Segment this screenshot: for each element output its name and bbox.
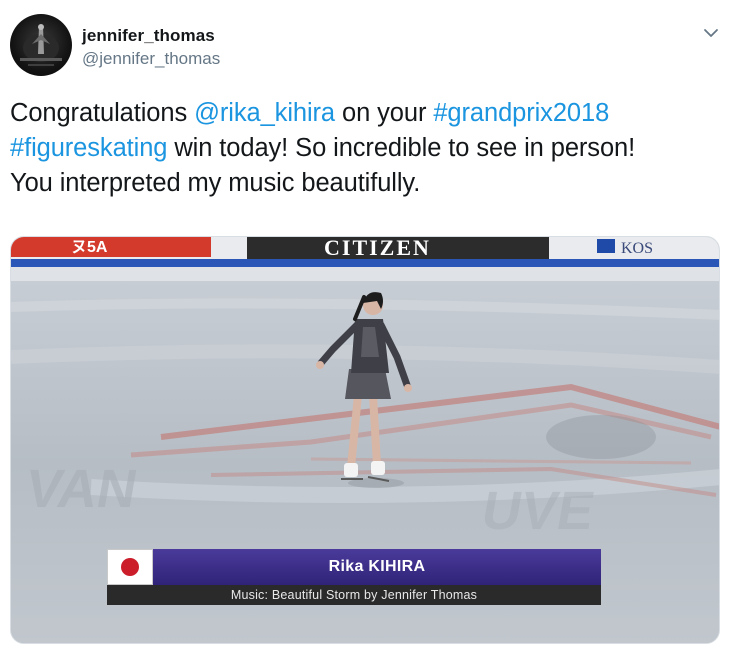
mention-link[interactable]: @rika_kihira xyxy=(194,99,335,127)
avatar-image xyxy=(20,24,62,66)
ice-logo-text: VAN xyxy=(21,458,142,519)
chevron-down-icon[interactable] xyxy=(700,22,722,44)
sponsor-banner-left xyxy=(11,237,211,257)
skater-name: Rika KIHIRA xyxy=(153,549,601,585)
display-name[interactable]: jennifer_thomas xyxy=(82,26,215,46)
flag-circle xyxy=(121,558,139,576)
sponsor-text-left: ヌ5A xyxy=(71,239,108,256)
tweet-line-3: You interpreted my music beautifully. xyxy=(10,169,421,197)
hashtag-link[interactable]: #figureskating xyxy=(10,134,167,162)
tweet-text-segment: Congratulations xyxy=(10,99,195,127)
avatar[interactable] xyxy=(10,14,72,76)
ice-logo-text: UVE xyxy=(477,480,599,541)
media-image[interactable]: ヌ5A CITIZEN KOS VAN UVE Rika KIHIRA Musi… xyxy=(10,236,720,644)
hashtag-link[interactable]: #grandprix2018 xyxy=(433,99,609,127)
tweet-text: Congratulations @rika_kihira on your #gr… xyxy=(10,96,720,201)
sponsor-logo-right xyxy=(597,239,615,253)
user-handle[interactable]: @jennifer_thomas xyxy=(82,49,220,69)
japan-flag-icon xyxy=(107,549,153,585)
tweet-card: jennifer_thomas @jennifer_thomas Congrat… xyxy=(0,0,730,664)
sponsor-text-right: KOS xyxy=(621,240,653,257)
tweet-text-segment: on your xyxy=(335,99,434,127)
tweet-text-segment: win today! So incredible to see in perso… xyxy=(167,134,636,162)
tweet-line-2: #figureskating win today! So incredible … xyxy=(10,131,720,166)
board-kick xyxy=(11,267,719,281)
tweet-line-1: Congratulations @rika_kihira on your #gr… xyxy=(10,96,720,131)
broadcast-caption: Rika KIHIRA Music: Beautiful Storm by Je… xyxy=(107,549,601,605)
board-stripe xyxy=(11,259,719,267)
music-credit: Music: Beautiful Storm by Jennifer Thoma… xyxy=(107,585,601,605)
sponsor-text-center: CITIZEN xyxy=(324,237,431,260)
